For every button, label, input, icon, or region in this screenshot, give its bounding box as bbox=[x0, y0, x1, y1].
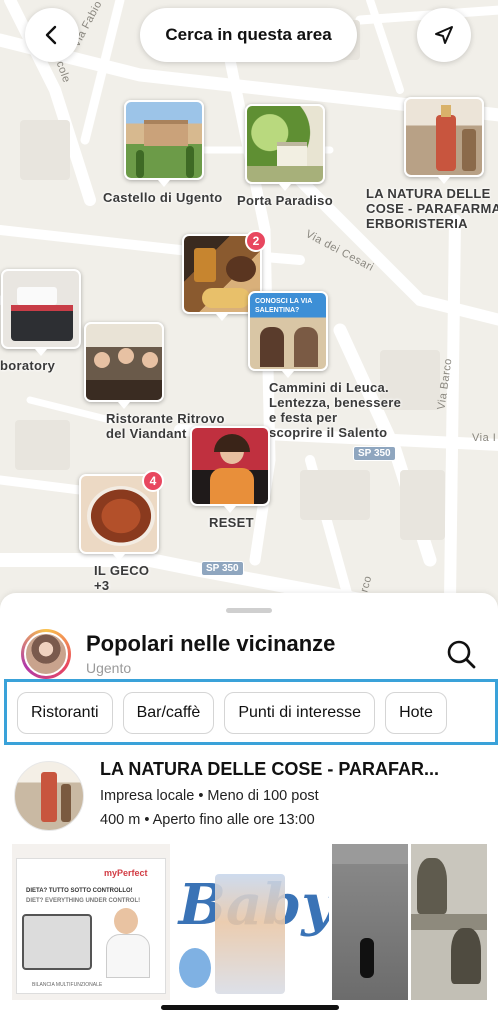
map-pin-reset[interactable] bbox=[190, 426, 270, 513]
pin-photo bbox=[84, 322, 164, 402]
photo-brand: myPerfect bbox=[104, 868, 148, 878]
map-pin-cammini[interactable]: CONOSCI LA VIA SALENTINA? bbox=[248, 291, 328, 378]
pin-photo bbox=[124, 100, 204, 180]
place-result-row[interactable]: LA NATURA DELLE COSE - PARAFAR... Impres… bbox=[0, 755, 498, 835]
chip-punti-di-interesse[interactable]: Punti di interesse bbox=[224, 692, 376, 734]
gallery-photo[interactable]: Baby! bbox=[172, 844, 330, 1000]
place-distance-hours: 400 m • Aperto fino alle ore 13:00 bbox=[100, 812, 315, 828]
place-avatar bbox=[14, 761, 84, 831]
road-badge: SP 350 bbox=[353, 446, 396, 461]
map-pin-la-natura[interactable] bbox=[404, 97, 484, 184]
pin-label: IL GECO +3 bbox=[94, 563, 150, 593]
place-name: LA NATURA DELLE COSE - PARAFAR... bbox=[100, 759, 439, 779]
home-indicator bbox=[161, 1005, 339, 1010]
location-subtitle: Ugento bbox=[86, 660, 132, 676]
chevron-left-icon bbox=[45, 25, 57, 45]
pin-label: RESET bbox=[209, 515, 254, 530]
pin-count-badge: 2 bbox=[245, 230, 267, 252]
street-label: Via I bbox=[472, 432, 497, 444]
pin-photo bbox=[190, 426, 270, 506]
pin-label: Castello di Ugento bbox=[103, 190, 223, 205]
nearby-sheet[interactable]: Popolari nelle vicinanze Ugento Ristoran… bbox=[0, 593, 498, 1024]
pin-photo bbox=[1, 269, 81, 349]
map-pin-porta-paradiso[interactable] bbox=[245, 104, 325, 191]
back-button[interactable] bbox=[25, 8, 79, 62]
photo-text: DIET? EVERYTHING UNDER CONTROL! bbox=[26, 898, 141, 904]
map-view[interactable]: Via Fabio cole Via dei Cesari Via Barco … bbox=[0, 0, 498, 640]
photo-caption: BILANCIA MULTIFUNZIONALE bbox=[32, 982, 103, 988]
chip-bar-caffe[interactable]: Bar/caffè bbox=[122, 692, 215, 734]
pin-photo-caption: CONOSCI LA VIA SALENTINA? bbox=[255, 298, 313, 314]
pin-label: boratory bbox=[0, 358, 56, 373]
category-filter-bar: Ristoranti Bar/caffè Punti di interesse … bbox=[4, 679, 498, 745]
map-pin-castello[interactable] bbox=[124, 100, 204, 187]
location-arrow-icon bbox=[435, 26, 453, 44]
chip-ristoranti[interactable]: Ristoranti bbox=[17, 692, 113, 734]
pin-photo: CONOSCI LA VIA SALENTINA? bbox=[248, 291, 328, 371]
map-pin-laboratory[interactable] bbox=[1, 269, 81, 356]
place-category: Impresa locale • Meno di 100 post bbox=[100, 788, 319, 804]
gallery-photo[interactable] bbox=[332, 844, 409, 1000]
pin-count-badge: 4 bbox=[142, 470, 164, 492]
user-avatar[interactable] bbox=[21, 629, 71, 679]
pin-photo bbox=[404, 97, 484, 177]
road-badge: SP 350 bbox=[201, 561, 244, 576]
photo-text: DIETA? TUTTO SOTTO CONTROLLO! bbox=[26, 888, 133, 894]
search-icon[interactable] bbox=[444, 637, 478, 671]
chip-hotel[interactable]: Hote bbox=[385, 692, 447, 734]
gallery-photo[interactable]: myPerfect DIETA? TUTTO SOTTO CONTROLLO! … bbox=[12, 844, 170, 1000]
map-pin-il-geco[interactable]: 4 bbox=[79, 470, 164, 561]
sheet-drag-handle[interactable] bbox=[226, 608, 272, 613]
sheet-title: Popolari nelle vicinanze bbox=[86, 631, 336, 656]
gallery-photo[interactable] bbox=[411, 844, 487, 1000]
place-photo-gallery[interactable]: myPerfect DIETA? TUTTO SOTTO CONTROLLO! … bbox=[12, 844, 487, 1000]
locate-me-button[interactable] bbox=[417, 8, 471, 62]
pin-label: LA NATURA DELLE COSE - PARAFARMA ERBORIS… bbox=[366, 186, 498, 231]
search-this-area-button[interactable]: Cerca in questa area bbox=[140, 8, 357, 62]
pin-label: Porta Paradiso bbox=[237, 193, 333, 208]
pin-label: Cammini di Leuca. Lentezza, benessere e … bbox=[269, 380, 402, 440]
pin-photo bbox=[245, 104, 325, 184]
map-pin-ritrovo[interactable] bbox=[84, 322, 164, 409]
